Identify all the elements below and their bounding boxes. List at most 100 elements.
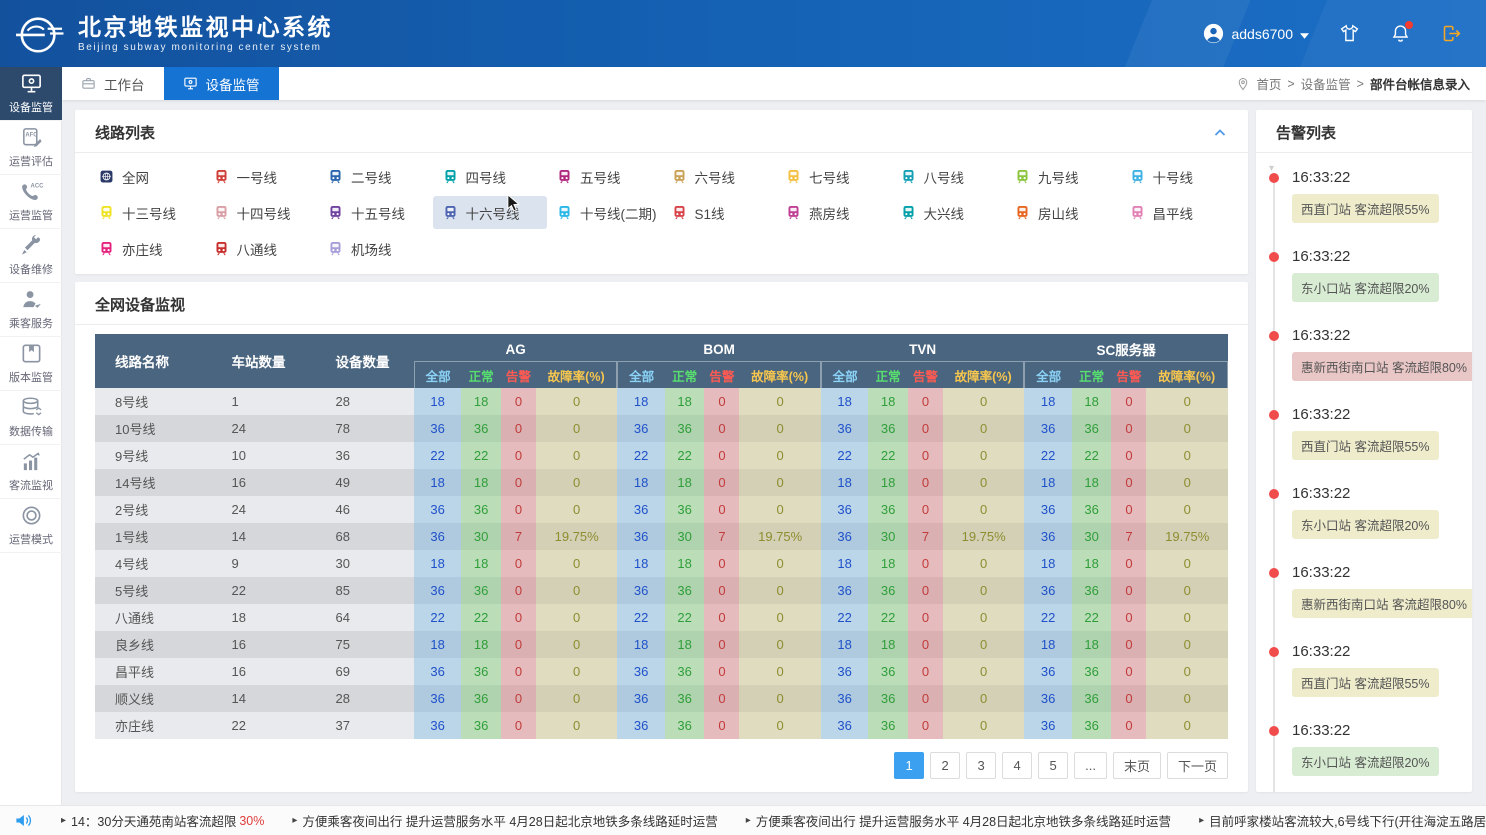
theme-shirt-icon[interactable] [1339,23,1360,44]
sidebar-item-operation-mode[interactable]: 运营模式 [0,499,62,553]
cell-value: 0 [943,631,1024,658]
sidebar-item-device-monitor[interactable]: 设备监管 [0,67,62,121]
line-item-line-5[interactable]: 五号线 [547,160,662,193]
cell-value: 18 [617,469,664,496]
svg-text:ACC: ACC [30,184,42,190]
alarm-item[interactable]: 16:33:22西直门站 客流超限55% [1273,169,1462,223]
cell-value: 36 [461,685,501,712]
logout-icon[interactable] [1441,23,1462,44]
line-item-line-6[interactable]: 六号线 [662,160,777,193]
cell-value: 0 [501,631,536,658]
line-item-line-fangshan[interactable]: 房山线 [1005,196,1120,229]
page-button-2[interactable]: 2 [930,752,960,779]
line-item-line-9[interactable]: 九号线 [1005,160,1120,193]
tab-workbench[interactable]: 工作台 [62,67,164,100]
sidebar-item-label: 运营模式 [9,531,53,547]
person-icon [20,288,43,311]
cell-value: 0 [943,712,1024,739]
line-item-line-15[interactable]: 十五号线 [318,196,433,229]
alarm-item[interactable]: 16:33:22惠新西街南口站 客流超限80% [1273,564,1462,618]
sidebar-item-data-transmission[interactable]: 数据传输 [0,391,62,445]
cell-value: 0 [704,631,739,658]
line-label: 九号线 [1038,167,1079,187]
alarm-time: 16:33:22 [1292,485,1462,502]
cell-line-name: 亦庄线 [95,712,211,739]
table-row: 2号线2446363600363600363600363600 [95,496,1228,523]
tab-device-monitor[interactable]: 设备监管 [164,67,279,100]
line-item-line-13[interactable]: 十三号线 [89,196,204,229]
monitor-icon [20,72,43,95]
cell-line-name: 8号线 [95,388,211,415]
sub-header: 全部 [414,361,461,388]
cell-stations: 16 [211,469,315,496]
page-button-...[interactable]: ... [1074,752,1107,779]
acc-phone-icon: ACC [20,180,43,203]
page-button-4[interactable]: 4 [1002,752,1032,779]
line-item-all-network[interactable]: 全网 [89,160,204,193]
line-item-line-10[interactable]: 十号线 [1120,160,1235,193]
line-item-line-yizhuang[interactable]: 亦庄线 [89,232,204,265]
cell-devices: 28 [316,388,414,415]
user-menu[interactable]: adds6700 [1203,23,1309,44]
line-label: 一号线 [237,167,278,187]
cell-line-name: 2号线 [95,496,211,523]
alarm-item[interactable]: 16:33:22东小口站 客流超限20% [1273,248,1462,302]
line-item-line-airport[interactable]: 机场线 [318,232,433,265]
cell-devices: 64 [316,604,414,631]
cell-value: 0 [908,415,943,442]
page-button-3[interactable]: 3 [966,752,996,779]
sidebar-item-operation-supervision[interactable]: ACC运营监管 [0,175,62,229]
line-item-line-16[interactable]: 十六号线 [433,196,548,229]
sidebar-item-equipment-maintenance[interactable]: 设备维修 [0,229,62,283]
line-item-line-7[interactable]: 七号线 [776,160,891,193]
line-item-line-batong[interactable]: 八通线 [204,232,319,265]
alarm-item[interactable]: 16:33:22西直门站 客流超限55% [1273,406,1462,460]
sidebar-item-operation-evaluation[interactable]: AFC运营评估 [0,121,62,175]
page-button-末页[interactable]: 末页 [1113,752,1161,779]
sidebar-item-version-supervision[interactable]: 版本监管 [0,337,62,391]
alarm-item[interactable]: 16:33:22东小口站 客流超限20% [1273,485,1462,539]
collapse-chevron-up-icon[interactable] [1212,125,1228,141]
cell-value: 18 [665,631,705,658]
breadcrumb-device-monitor[interactable]: 设备监管 [1301,74,1351,93]
cell-value: 0 [1111,604,1146,631]
cell-value: 36 [1072,685,1112,712]
sidebar-item-passenger-flow[interactable]: 客流监视 [0,445,62,499]
line-item-line-changping[interactable]: 昌平线 [1120,196,1235,229]
line-item-line-8[interactable]: 八号线 [891,160,1006,193]
alarm-message: 惠新西街南口站 客流超限80% [1292,352,1472,381]
line-item-line-1[interactable]: 一号线 [204,160,319,193]
cell-value: 0 [536,496,617,523]
alarm-message: 东小口站 客流超限20% [1292,273,1439,302]
train-icon [1015,205,1030,220]
alarm-item[interactable]: 16:33:22西直门站 客流超限55% [1273,643,1462,697]
sidebar-item-passenger-service[interactable]: 乘客服务 [0,283,62,337]
line-item-line-yanfang[interactable]: 燕房线 [776,196,891,229]
line-item-line-daxing[interactable]: 大兴线 [891,196,1006,229]
cell-line-name: 1号线 [95,523,211,550]
page-button-下一页[interactable]: 下一页 [1167,752,1228,779]
line-label: 十号线(二期) [580,203,657,223]
breadcrumb-home[interactable]: 首页 [1256,74,1281,93]
cell-value: 30 [868,523,908,550]
train-icon [214,169,229,184]
line-item-line-s1[interactable]: S1线 [662,196,777,229]
table-row: 昌平线1669363600363600363600363600 [95,658,1228,685]
cell-value: 36 [414,712,461,739]
alarm-item[interactable]: 16:33:22惠新西街南口站 客流超限80% [1273,327,1462,381]
sub-header: 正常 [1072,361,1112,388]
cell-value: 18 [414,388,461,415]
alarm-item[interactable]: 16:33:22东小口站 客流超限20% [1273,722,1462,776]
table-row: 4号线930181800181800181800181800 [95,550,1228,577]
line-item-line-14[interactable]: 十四号线 [204,196,319,229]
cell-value: 0 [1146,469,1228,496]
line-item-line-10-ph2[interactable]: 十号线(二期) [547,196,662,229]
alarm-dot-icon [1269,252,1279,262]
cell-value: 36 [1072,712,1112,739]
line-item-line-4[interactable]: 四号线 [433,160,548,193]
page-button-1[interactable]: 1 [894,752,924,779]
train-icon [672,205,687,220]
page-button-5[interactable]: 5 [1038,752,1068,779]
notification-bell-icon[interactable] [1390,23,1411,44]
line-item-line-2[interactable]: 二号线 [318,160,433,193]
